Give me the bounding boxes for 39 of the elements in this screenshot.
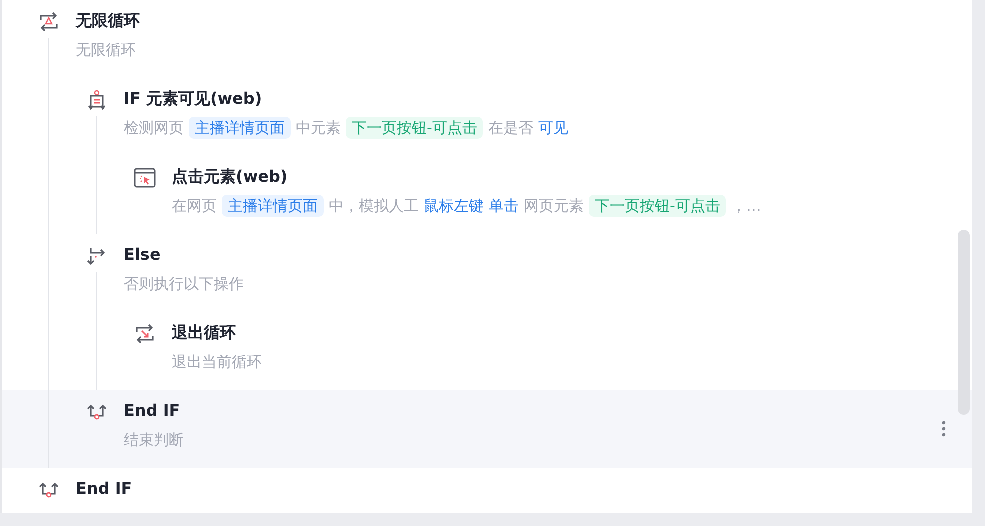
page-tag[interactable]: 主播详情页面 (222, 195, 324, 217)
step-title: 无限循环 (76, 10, 140, 32)
description-text: 退出当前循环 (172, 352, 262, 373)
description-text: 中元素 (296, 118, 341, 139)
description-text: 中，模拟人工 (329, 196, 419, 217)
browser-click-icon (134, 168, 156, 188)
step-row[interactable]: End IF 结束判断 (2, 390, 972, 468)
option-link[interactable]: 可见 (538, 117, 568, 139)
condition-icon (88, 90, 106, 112)
description-text: 无限循环 (76, 40, 136, 61)
merge-icon (87, 402, 107, 422)
loop-exit-icon (134, 324, 156, 344)
step-title: End IF (76, 478, 132, 500)
merge-icon (39, 480, 59, 500)
page-tag[interactable]: 主播详情页面 (189, 117, 291, 139)
step-title: 点击元素(web) (172, 166, 289, 188)
step-title: IF 元素可见(web) (124, 88, 264, 110)
option-link[interactable]: 单击 (489, 195, 519, 217)
step-row[interactable]: 点击元素(web) 在网页 主播详情页面 中，模拟人工 鼠标左键 单击 网页元素 下一页按钮-可点击 ，… (2, 156, 972, 234)
step-row[interactable]: 退出循环 退出当前循环 (2, 312, 972, 390)
description-text: 在是否 (488, 118, 534, 139)
step-row[interactable]: IF 元素可见(web) 检测网页 主播详情页面 中元素 下一页按钮-可点击 在是否 可见 (2, 78, 972, 156)
step-row[interactable]: End IF (2, 468, 972, 513)
branch-icon (87, 246, 107, 266)
step-title: End IF (124, 400, 182, 422)
description-text: 在网页 (172, 196, 217, 217)
step-row[interactable]: Else 否则执行以下操作 (2, 234, 972, 312)
more-icon[interactable] (942, 421, 946, 437)
option-link[interactable]: 鼠标左键 (424, 195, 484, 217)
description-text: ，… (731, 196, 762, 217)
description-text: 结束判断 (124, 430, 184, 451)
description-text: 检测网页 (124, 118, 184, 139)
scrollbar-thumb[interactable] (958, 230, 970, 415)
loop-icon (38, 12, 60, 32)
description-text: 网页元素 (524, 196, 584, 217)
step-title: Else (124, 244, 162, 266)
step-row[interactable]: 无限循环 无限循环 (2, 0, 972, 78)
step-title: 退出循环 (172, 322, 237, 344)
description-text: 否则执行以下操作 (124, 274, 244, 295)
